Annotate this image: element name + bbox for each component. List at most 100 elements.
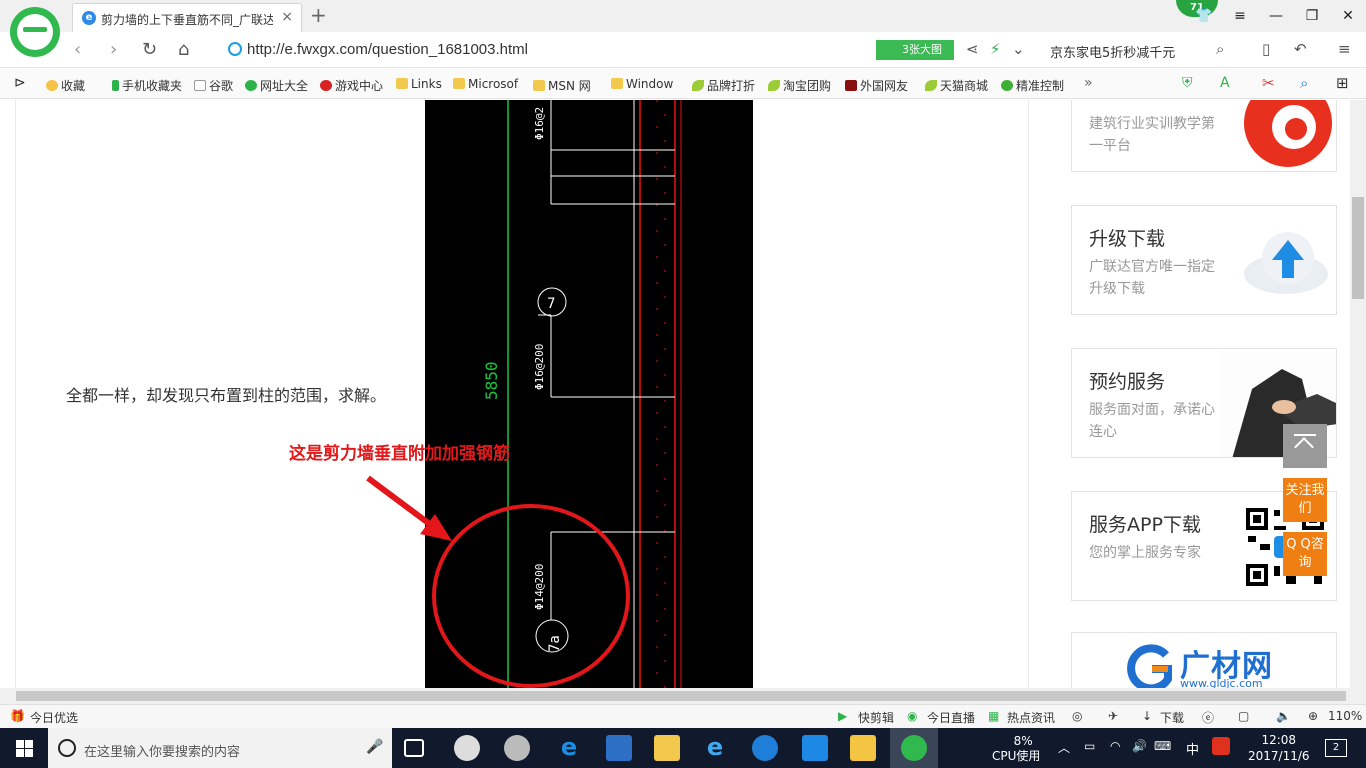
new-tab-button[interactable]: + bbox=[310, 3, 327, 27]
bookmark-item[interactable]: Microsof bbox=[453, 77, 518, 91]
today-picks-link[interactable]: 今日优选 bbox=[30, 709, 78, 726]
follow-us-button[interactable]: 关注我们 bbox=[1283, 478, 1327, 522]
edge-icon[interactable]: e bbox=[556, 733, 582, 761]
lightning-icon[interactable]: ⚡ bbox=[990, 40, 1001, 58]
card-description: 您的掌上服务专家 bbox=[1089, 545, 1201, 561]
qq-consult-button[interactable]: Q Q咨询 bbox=[1283, 532, 1327, 576]
volume-icon[interactable]: 🔈 bbox=[1276, 709, 1291, 723]
speed-icon[interactable]: ◎ bbox=[1072, 709, 1082, 723]
tools-icon[interactable]: ✈ bbox=[1108, 709, 1118, 723]
bookmark-item[interactable]: 淘宝团购 bbox=[768, 77, 831, 94]
bookmarks-more-button[interactable]: » bbox=[1084, 75, 1093, 91]
search-icon[interactable]: ⌕ bbox=[1300, 74, 1308, 92]
chevron-down-icon[interactable]: ⌄ bbox=[1012, 40, 1025, 58]
download-link[interactable]: 下载 bbox=[1160, 709, 1184, 726]
share-icon[interactable]: ⋖ bbox=[966, 40, 979, 58]
file-explorer-icon[interactable] bbox=[654, 735, 680, 761]
translate-icon[interactable]: A bbox=[1220, 75, 1230, 91]
sogou-icon[interactable] bbox=[1212, 737, 1230, 755]
notes-app-icon[interactable] bbox=[850, 735, 876, 761]
address-bar: ‹ › ↻ ⌂ http://e.fwxgx.com/question_1681… bbox=[0, 32, 1366, 68]
task-view-icon[interactable] bbox=[404, 739, 424, 757]
maximize-button[interactable]: ❐ bbox=[1294, 0, 1330, 32]
upgrade-download-card[interactable]: 升级下载 广联达官方唯一指定升级下载 bbox=[1071, 205, 1337, 315]
pinwheel-app-icon[interactable] bbox=[454, 735, 480, 761]
active-browser-task[interactable] bbox=[890, 728, 938, 768]
game-icon bbox=[320, 80, 332, 91]
bookmark-item[interactable]: 天猫商城 bbox=[925, 77, 988, 94]
bookmark-item[interactable]: 收藏 bbox=[46, 77, 85, 94]
store-icon[interactable] bbox=[606, 735, 632, 761]
ie-mode-icon[interactable]: ⓔ bbox=[1202, 709, 1214, 726]
vertical-scrollbar[interactable] bbox=[1350, 100, 1366, 688]
windows-start-icon[interactable] bbox=[16, 740, 33, 757]
window-icon[interactable]: ▢ bbox=[1238, 709, 1249, 723]
keyboard-icon[interactable]: ⌨ bbox=[1154, 739, 1171, 753]
shirt-icon[interactable]: 👕 bbox=[1186, 0, 1222, 32]
search-icon[interactable]: ⌕ bbox=[1216, 40, 1224, 58]
menu-icon[interactable]: ≡ bbox=[1338, 40, 1351, 58]
undo-icon[interactable]: ↶ bbox=[1294, 40, 1307, 58]
card-description: 建筑行业实训教学第一平台 bbox=[1089, 116, 1215, 154]
mobile-icon[interactable]: ▯ bbox=[1262, 40, 1270, 58]
search-promo-input[interactable]: 京东家电5折秒减千元 bbox=[1050, 42, 1175, 61]
bookmark-item[interactable]: 游戏中心 bbox=[320, 77, 383, 94]
ie-icon[interactable]: e bbox=[702, 733, 728, 761]
back-to-top-button[interactable] bbox=[1283, 424, 1327, 468]
gldjc-card[interactable]: 广材网 www.gldjc.com bbox=[1071, 632, 1337, 688]
bookmark-item[interactable]: 外国网友 bbox=[845, 77, 908, 94]
training-card[interactable]: 建筑行业实训教学第一平台 bbox=[1071, 100, 1337, 172]
shield-icon[interactable]: ⛨ bbox=[1182, 75, 1193, 91]
folder-icon bbox=[396, 78, 408, 89]
card-title: 预约服务 bbox=[1089, 371, 1166, 393]
card-title: 升级下载 bbox=[1089, 228, 1166, 250]
tray-expand-icon[interactable]: ︿ bbox=[1058, 739, 1070, 756]
bookmark-item[interactable]: 谷歌 bbox=[194, 77, 233, 94]
hot-news-link[interactable]: 热点资讯 bbox=[1007, 709, 1055, 726]
bookmark-item[interactable]: MSN 网 bbox=[533, 77, 591, 94]
refresh-icon[interactable]: ↻ bbox=[142, 39, 157, 60]
apps-icon[interactable]: ⊞ bbox=[1336, 74, 1349, 92]
notification-center-button[interactable]: 2 bbox=[1325, 739, 1347, 757]
microphone-icon[interactable]: 🎤 bbox=[366, 739, 383, 755]
browser-tab[interactable]: e 剪力墙的上下垂直筋不同_广联达 × bbox=[72, 3, 302, 32]
forward-icon[interactable]: › bbox=[110, 39, 117, 60]
phone-icon bbox=[112, 80, 119, 91]
music-app-icon[interactable] bbox=[504, 735, 530, 761]
vertical-scroll-thumb[interactable] bbox=[1352, 197, 1364, 299]
wifi-icon[interactable]: ◠ bbox=[1110, 739, 1120, 753]
bookmark-item[interactable]: 网址大全 bbox=[245, 77, 308, 94]
quick-clip-link[interactable]: 快剪辑 bbox=[858, 709, 894, 726]
wechat-icon bbox=[1001, 80, 1013, 91]
horizontal-scroll-thumb[interactable] bbox=[16, 691, 1346, 701]
big-image-button[interactable]: 3张大图 bbox=[876, 40, 954, 60]
url-input[interactable]: http://e.fwxgx.com/question_1681003.html bbox=[247, 41, 528, 58]
taskbar-search-input[interactable]: 在这里输入你要搜索的内容 bbox=[84, 741, 240, 760]
plus-app-icon[interactable] bbox=[802, 735, 828, 761]
sidebar-toggle-icon[interactable]: ⊳ bbox=[14, 75, 26, 91]
browser-logo[interactable] bbox=[10, 7, 60, 57]
cpu-monitor[interactable]: 8% CPU使用 bbox=[992, 734, 1040, 764]
bookmark-item[interactable]: Window bbox=[611, 77, 673, 91]
bookmark-item[interactable]: 品牌打折 bbox=[692, 77, 755, 94]
menu-icon[interactable]: ≡ bbox=[1222, 0, 1258, 32]
ime-indicator[interactable]: 中 bbox=[1186, 739, 1199, 758]
minimize-button[interactable]: — bbox=[1258, 0, 1294, 32]
scissors-icon[interactable]: ✂ bbox=[1262, 74, 1275, 92]
today-live-link[interactable]: 今日直播 bbox=[927, 709, 975, 726]
system-clock[interactable]: 12:08 2017/11/6 bbox=[1248, 732, 1310, 764]
home-icon[interactable]: ⌂ bbox=[178, 39, 189, 60]
battery-icon[interactable]: ▭ bbox=[1084, 739, 1095, 753]
back-icon[interactable]: ‹ bbox=[74, 39, 81, 60]
zoom-level[interactable]: 110% bbox=[1328, 709, 1362, 723]
taskbar-search[interactable]: 在这里输入你要搜索的内容 🎤 bbox=[48, 728, 392, 768]
bookmark-item[interactable]: 精准控制 bbox=[1001, 77, 1064, 94]
bookmarks-bar: ⊳ 收藏 手机收藏夹 谷歌 网址大全 游戏中心 Links Microsof M… bbox=[0, 69, 1366, 99]
close-tab-icon[interactable]: × bbox=[281, 9, 293, 25]
volume-icon[interactable]: 🔊 bbox=[1132, 739, 1147, 753]
gld-app-icon[interactable] bbox=[752, 735, 778, 761]
cortana-icon bbox=[58, 739, 76, 757]
bookmark-item[interactable]: 手机收藏夹 bbox=[112, 77, 182, 94]
close-window-button[interactable]: ✕ bbox=[1330, 0, 1366, 32]
bookmark-item[interactable]: Links bbox=[396, 77, 442, 91]
